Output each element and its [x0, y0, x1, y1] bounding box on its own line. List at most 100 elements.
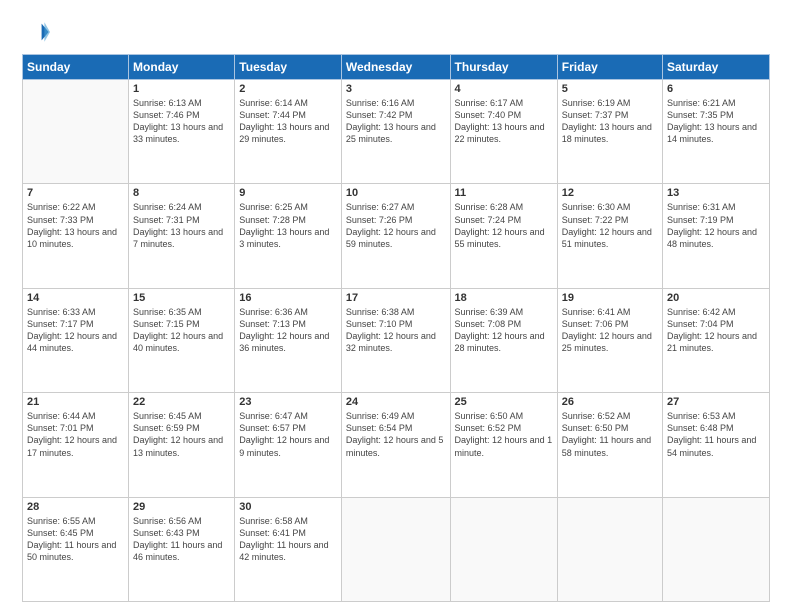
calendar-cell: 2 Sunrise: 6:14 AM Sunset: 7:44 PM Daylig… — [235, 80, 342, 184]
calendar-week-4: 21Sunrise: 6:44 AM Sunset: 7:01 PM Dayli… — [23, 393, 770, 497]
day-info: Sunrise: 6:52 AM Sunset: 6:50 PM Dayligh… — [562, 410, 658, 459]
day-info: Sunrise: 6:14 AM Sunset: 7:44 PM Dayligh… — [239, 97, 337, 146]
calendar-cell — [341, 497, 450, 601]
day-info: Sunrise: 6:56 AM Sunset: 6:43 PM Dayligh… — [133, 515, 230, 564]
calendar-cell: 17 Sunrise: 6:38 AM Sunset: 7:10 PM Dayli… — [341, 288, 450, 392]
calendar-header-friday: Friday — [557, 55, 662, 80]
calendar-cell: 29 Sunrise: 6:56 AM Sunset: 6:43 PM Dayli… — [129, 497, 235, 601]
calendar-week-2: 7Sunrise: 6:22 AM Sunset: 7:33 PM Daylig… — [23, 184, 770, 288]
day-number: 1 — [133, 83, 230, 95]
calendar-cell: 19 Sunrise: 6:41 AM Sunset: 7:06 PM Dayli… — [557, 288, 662, 392]
day-number: 17 — [346, 292, 446, 304]
calendar-cell: 14Sunrise: 6:33 AM Sunset: 7:17 PM Dayli… — [23, 288, 129, 392]
calendar-cell: 6 Sunrise: 6:21 AM Sunset: 7:35 PM Daylig… — [663, 80, 770, 184]
day-number: 3 — [346, 83, 446, 95]
day-number: 18 — [455, 292, 553, 304]
day-number: 27 — [667, 396, 765, 408]
calendar-cell: 9 Sunrise: 6:25 AM Sunset: 7:28 PM Daylig… — [235, 184, 342, 288]
calendar-header-thursday: Thursday — [450, 55, 557, 80]
calendar-cell: 8 Sunrise: 6:24 AM Sunset: 7:31 PM Daylig… — [129, 184, 235, 288]
day-info: Sunrise: 6:45 AM Sunset: 6:59 PM Dayligh… — [133, 410, 230, 459]
calendar-week-3: 14Sunrise: 6:33 AM Sunset: 7:17 PM Dayli… — [23, 288, 770, 392]
calendar-cell — [23, 80, 129, 184]
calendar-cell — [663, 497, 770, 601]
day-info: Sunrise: 6:33 AM Sunset: 7:17 PM Dayligh… — [27, 306, 124, 355]
day-info: Sunrise: 6:50 AM Sunset: 6:52 PM Dayligh… — [455, 410, 553, 459]
day-number: 10 — [346, 187, 446, 199]
day-number: 28 — [27, 501, 124, 513]
day-info: Sunrise: 6:47 AM Sunset: 6:57 PM Dayligh… — [239, 410, 337, 459]
day-number: 19 — [562, 292, 658, 304]
day-number: 24 — [346, 396, 446, 408]
day-number: 26 — [562, 396, 658, 408]
calendar-header-monday: Monday — [129, 55, 235, 80]
calendar-cell — [557, 497, 662, 601]
calendar-header-wednesday: Wednesday — [341, 55, 450, 80]
day-info: Sunrise: 6:19 AM Sunset: 7:37 PM Dayligh… — [562, 97, 658, 146]
calendar-cell: 24 Sunrise: 6:49 AM Sunset: 6:54 PM Dayli… — [341, 393, 450, 497]
calendar-cell: 15Sunrise: 6:35 AM Sunset: 7:15 PM Dayli… — [129, 288, 235, 392]
day-info: Sunrise: 6:31 AM Sunset: 7:19 PM Dayligh… — [667, 201, 765, 250]
day-number: 2 — [239, 83, 337, 95]
calendar-cell: 13Sunrise: 6:31 AM Sunset: 7:19 PM Dayli… — [663, 184, 770, 288]
day-info: Sunrise: 6:36 AM Sunset: 7:13 PM Dayligh… — [239, 306, 337, 355]
calendar: SundayMondayTuesdayWednesdayThursdayFrid… — [22, 54, 770, 602]
day-info: Sunrise: 6:39 AM Sunset: 7:08 PM Dayligh… — [455, 306, 553, 355]
day-info: Sunrise: 6:24 AM Sunset: 7:31 PM Dayligh… — [133, 201, 230, 250]
calendar-cell: 27Sunrise: 6:53 AM Sunset: 6:48 PM Dayli… — [663, 393, 770, 497]
day-info: Sunrise: 6:27 AM Sunset: 7:26 PM Dayligh… — [346, 201, 446, 250]
calendar-header-sunday: Sunday — [23, 55, 129, 80]
calendar-cell: 21Sunrise: 6:44 AM Sunset: 7:01 PM Dayli… — [23, 393, 129, 497]
calendar-cell: 22 Sunrise: 6:45 AM Sunset: 6:59 PM Dayli… — [129, 393, 235, 497]
logo — [22, 18, 54, 46]
day-info: Sunrise: 6:21 AM Sunset: 7:35 PM Dayligh… — [667, 97, 765, 146]
calendar-cell: 12 Sunrise: 6:30 AM Sunset: 7:22 PM Dayli… — [557, 184, 662, 288]
calendar-week-5: 28 Sunrise: 6:55 AM Sunset: 6:45 PM Dayli… — [23, 497, 770, 601]
day-number: 20 — [667, 292, 765, 304]
calendar-cell: 5 Sunrise: 6:19 AM Sunset: 7:37 PM Daylig… — [557, 80, 662, 184]
day-info: Sunrise: 6:42 AM Sunset: 7:04 PM Dayligh… — [667, 306, 765, 355]
day-number: 29 — [133, 501, 230, 513]
day-info: Sunrise: 6:41 AM Sunset: 7:06 PM Dayligh… — [562, 306, 658, 355]
day-info: Sunrise: 6:58 AM Sunset: 6:41 PM Dayligh… — [239, 515, 337, 564]
calendar-cell: 25 Sunrise: 6:50 AM Sunset: 6:52 PM Dayli… — [450, 393, 557, 497]
day-number: 8 — [133, 187, 230, 199]
calendar-cell: 10 Sunrise: 6:27 AM Sunset: 7:26 PM Dayli… — [341, 184, 450, 288]
day-number: 11 — [455, 187, 553, 199]
day-number: 16 — [239, 292, 337, 304]
day-info: Sunrise: 6:28 AM Sunset: 7:24 PM Dayligh… — [455, 201, 553, 250]
calendar-cell: 28 Sunrise: 6:55 AM Sunset: 6:45 PM Dayli… — [23, 497, 129, 601]
day-number: 5 — [562, 83, 658, 95]
calendar-header-row: SundayMondayTuesdayWednesdayThursdayFrid… — [23, 55, 770, 80]
calendar-header-saturday: Saturday — [663, 55, 770, 80]
day-number: 25 — [455, 396, 553, 408]
calendar-cell: 23Sunrise: 6:47 AM Sunset: 6:57 PM Dayli… — [235, 393, 342, 497]
day-number: 21 — [27, 396, 124, 408]
day-info: Sunrise: 6:16 AM Sunset: 7:42 PM Dayligh… — [346, 97, 446, 146]
calendar-cell: 3 Sunrise: 6:16 AM Sunset: 7:42 PM Daylig… — [341, 80, 450, 184]
day-number: 6 — [667, 83, 765, 95]
day-number: 9 — [239, 187, 337, 199]
header — [22, 18, 770, 46]
calendar-cell: 16 Sunrise: 6:36 AM Sunset: 7:13 PM Dayli… — [235, 288, 342, 392]
calendar-cell: 18 Sunrise: 6:39 AM Sunset: 7:08 PM Dayli… — [450, 288, 557, 392]
calendar-cell: 26 Sunrise: 6:52 AM Sunset: 6:50 PM Dayli… — [557, 393, 662, 497]
day-info: Sunrise: 6:55 AM Sunset: 6:45 PM Dayligh… — [27, 515, 124, 564]
day-info: Sunrise: 6:35 AM Sunset: 7:15 PM Dayligh… — [133, 306, 230, 355]
day-info: Sunrise: 6:25 AM Sunset: 7:28 PM Dayligh… — [239, 201, 337, 250]
day-number: 30 — [239, 501, 337, 513]
calendar-cell: 30 Sunrise: 6:58 AM Sunset: 6:41 PM Dayli… — [235, 497, 342, 601]
day-info: Sunrise: 6:49 AM Sunset: 6:54 PM Dayligh… — [346, 410, 446, 459]
calendar-week-1: 1Sunrise: 6:13 AM Sunset: 7:46 PM Daylig… — [23, 80, 770, 184]
page: SundayMondayTuesdayWednesdayThursdayFrid… — [0, 0, 792, 612]
calendar-body: 1Sunrise: 6:13 AM Sunset: 7:46 PM Daylig… — [23, 80, 770, 602]
logo-icon — [22, 18, 50, 46]
calendar-header-tuesday: Tuesday — [235, 55, 342, 80]
day-info: Sunrise: 6:30 AM Sunset: 7:22 PM Dayligh… — [562, 201, 658, 250]
day-number: 7 — [27, 187, 124, 199]
day-number: 12 — [562, 187, 658, 199]
day-number: 22 — [133, 396, 230, 408]
day-info: Sunrise: 6:38 AM Sunset: 7:10 PM Dayligh… — [346, 306, 446, 355]
calendar-cell: 4Sunrise: 6:17 AM Sunset: 7:40 PM Daylig… — [450, 80, 557, 184]
calendar-cell: 1Sunrise: 6:13 AM Sunset: 7:46 PM Daylig… — [129, 80, 235, 184]
